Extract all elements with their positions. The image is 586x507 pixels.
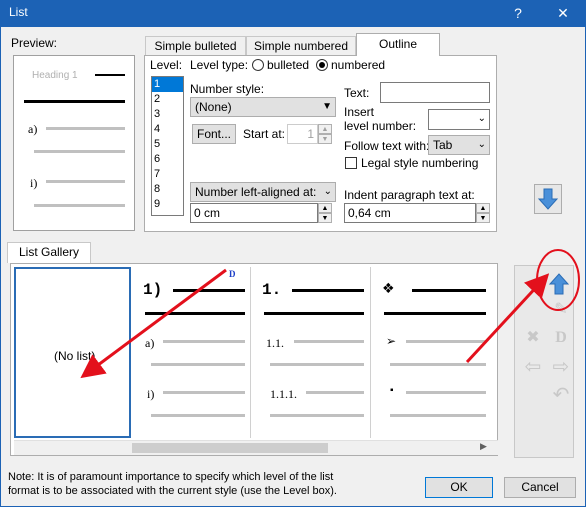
annotation-arrow-no-list <box>80 268 227 379</box>
tab-outline[interactable]: Outline <box>356 33 440 56</box>
annotation-overlay <box>80 249 580 379</box>
annotation-circle <box>536 249 580 311</box>
annotation-arrow-move-up <box>465 273 550 364</box>
